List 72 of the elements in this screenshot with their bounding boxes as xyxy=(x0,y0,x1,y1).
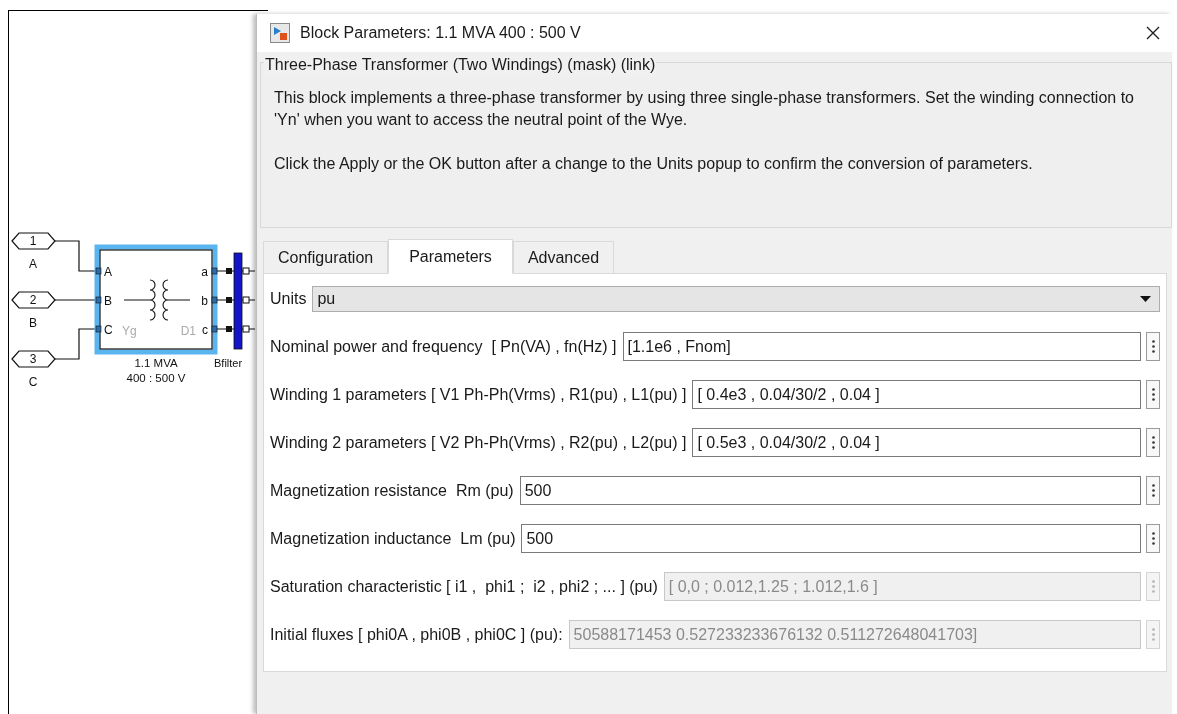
port-number: 3 xyxy=(29,352,37,366)
port-icon xyxy=(95,296,102,304)
winding-label: Yg xyxy=(122,324,137,338)
port-icon xyxy=(95,325,102,333)
port-label: B xyxy=(29,316,37,330)
input-field[interactable]: [1.1e6 , Fnom] xyxy=(622,332,1141,361)
connector-icon xyxy=(242,296,250,304)
units-dropdown[interactable]: pu xyxy=(312,285,1160,312)
input-field[interactable]: 500 xyxy=(521,524,1141,553)
winding-label: D1 xyxy=(180,324,196,338)
port-label: A xyxy=(29,257,37,271)
options-button[interactable] xyxy=(1146,380,1160,409)
field-label: Magnetization resistance Rm (pu) xyxy=(270,480,514,501)
block-caption: 1.1 MVA xyxy=(134,357,178,369)
field-label: Units xyxy=(270,288,307,309)
field-label: Winding 2 parameters [ V2 Ph-Ph(Vrms) , R2(pu) , L2(pu) ] xyxy=(270,432,687,453)
input-field[interactable]: 500 xyxy=(519,476,1141,505)
tab[interactable]: Advanced xyxy=(512,241,615,273)
port-label: B xyxy=(104,294,112,308)
field-label: Winding 1 parameters [ V1 Ph-Ph(Vrms) , R1(pu) , L1(pu) ] xyxy=(270,384,687,405)
connector-icon xyxy=(242,325,250,333)
vertical-dots-icon xyxy=(1151,340,1155,353)
inport-block[interactable] xyxy=(11,232,56,250)
options-button[interactable] xyxy=(1146,428,1160,457)
transformer-coil-icon xyxy=(123,279,191,321)
caret-icon xyxy=(1140,295,1151,302)
connector-icon xyxy=(242,267,250,275)
vertical-dots-icon xyxy=(1151,484,1155,497)
port-icon xyxy=(211,325,218,333)
block-caption: 400 : 500 V xyxy=(126,372,186,384)
tab[interactable]: Configuration xyxy=(263,241,389,273)
inport-block[interactable] xyxy=(11,350,56,368)
block-icon xyxy=(270,23,290,43)
port-number: 1 xyxy=(29,234,37,248)
bus-label: Bfilter xyxy=(214,357,243,369)
window-title: Block Parameters: 1.1 MVA 400 : 500 V xyxy=(300,23,581,43)
description-text: This block implements a three-phase transformer by using three single-phase transformers. Set the winding connection to 'Yn' when you want to access the neutral point of the Wye. xyxy=(274,88,1135,130)
inport-block[interactable] xyxy=(11,291,56,309)
options-button[interactable] xyxy=(1146,476,1160,505)
port-label: a xyxy=(201,265,208,279)
port-icon xyxy=(211,296,218,304)
vertical-dots-icon xyxy=(1151,532,1155,545)
port-label: C xyxy=(104,323,113,337)
bus-bar[interactable] xyxy=(233,252,243,350)
field-label: Saturation characteristic [ i1 , phi1 ; i2 , phi2 ; ... ] (pu) xyxy=(270,576,658,597)
connector-icon xyxy=(226,326,232,332)
port-label: C xyxy=(28,375,38,389)
options-button[interactable] xyxy=(1146,332,1160,361)
port-icon xyxy=(211,267,218,275)
signal-line xyxy=(54,328,96,360)
signal-line xyxy=(54,299,96,301)
input-field[interactable]: [ 0.5e3 , 0.04/30/2 , 0.04 ] xyxy=(692,428,1141,457)
tab[interactable]: Parameters xyxy=(388,239,513,274)
field-label: Magnetization inductance Lm (pu) xyxy=(270,528,516,549)
port-label: A xyxy=(104,265,112,279)
connector-icon xyxy=(226,268,232,274)
signal-line xyxy=(54,240,96,272)
port-label: b xyxy=(201,294,208,308)
vertical-dots-icon xyxy=(1151,580,1155,593)
input-field[interactable]: [ 0.4e3 , 0.04/30/2 , 0.04 ] xyxy=(692,380,1141,409)
field-label: Nominal power and frequency [ Pn(VA) , fn(Hz) ] xyxy=(270,336,617,357)
close-icon[interactable] xyxy=(1146,26,1160,40)
field-label: Initial fluxes [ phi0A , phi0B , phi0C ] (pu): xyxy=(270,624,563,645)
port-icon xyxy=(95,267,102,275)
vertical-dots-icon xyxy=(1151,628,1155,641)
vertical-dots-icon xyxy=(1151,388,1155,401)
vertical-dots-icon xyxy=(1151,436,1155,449)
options-button[interactable] xyxy=(1146,524,1160,553)
port-number: 2 xyxy=(29,293,37,307)
description-text: Click the Apply or the OK button after a change to the Units popup to confirm the conversion of parameters. xyxy=(274,154,1034,174)
connector-icon xyxy=(226,297,232,303)
port-label: c xyxy=(202,323,208,337)
